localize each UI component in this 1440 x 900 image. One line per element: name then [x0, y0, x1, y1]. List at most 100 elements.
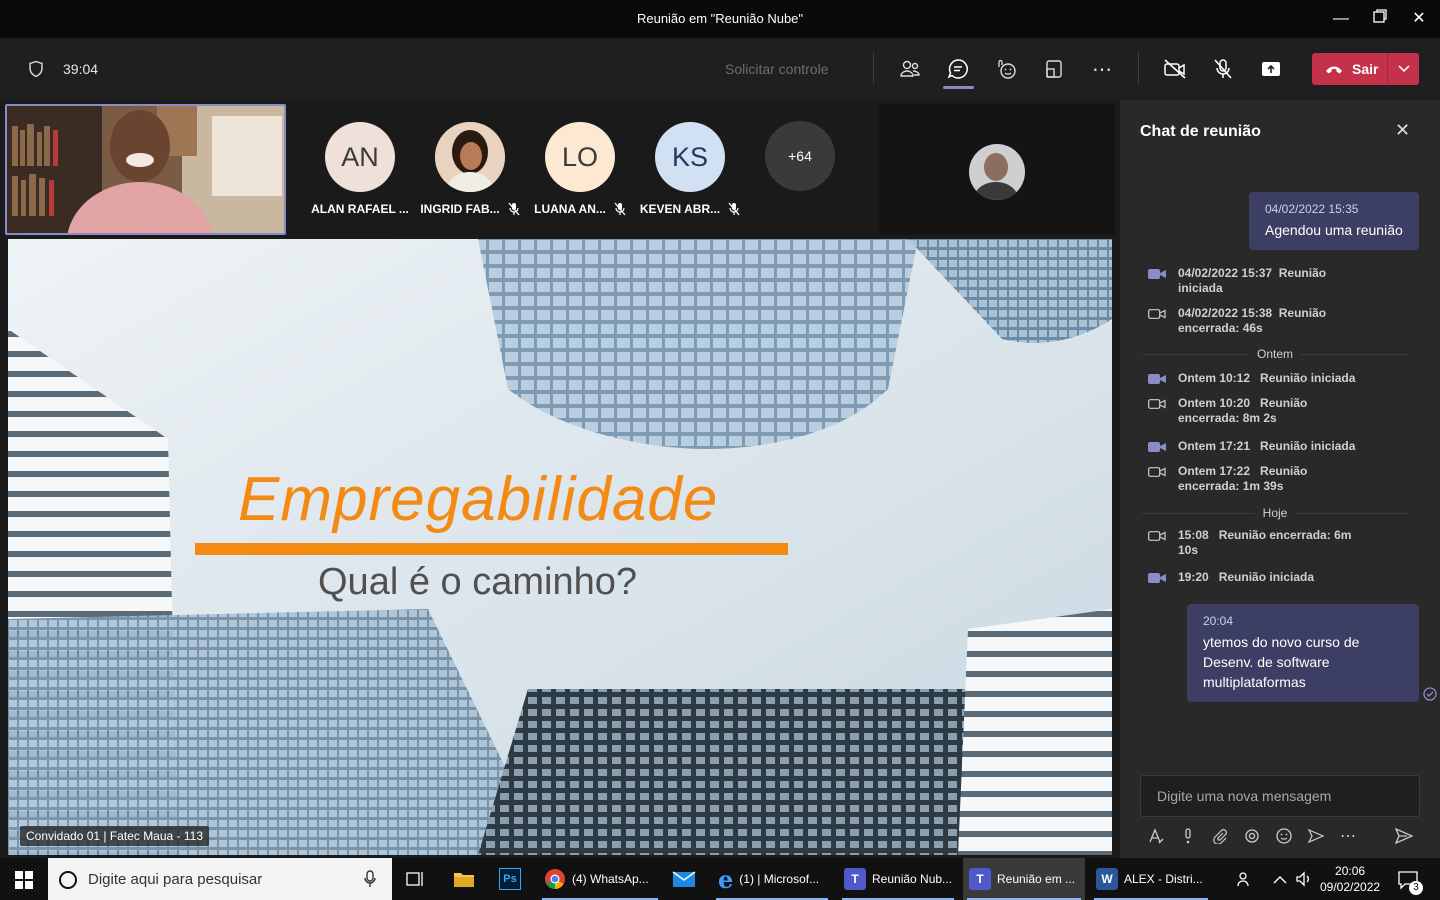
volume-icon[interactable] — [1295, 870, 1313, 893]
chat-message[interactable]: 04/02/2022 15:35 Agendou uma reunião — [1249, 192, 1419, 250]
video-call-ended-icon — [1148, 307, 1166, 336]
windows-icon — [15, 871, 33, 889]
start-button[interactable] — [15, 871, 33, 894]
mic-muted-icon — [728, 202, 740, 216]
microphone-icon[interactable] — [364, 870, 376, 888]
file-explorer-button[interactable] — [453, 869, 475, 894]
camera-off-button[interactable] — [1161, 55, 1189, 83]
leave-options-button[interactable] — [1387, 53, 1419, 85]
video-call-started-icon — [1148, 372, 1166, 390]
word-icon: W — [1096, 868, 1118, 890]
mic-muted-icon — [614, 202, 626, 216]
attach-icon[interactable] — [1209, 825, 1231, 847]
event-line: Ontem 17:22 Reunião — [1178, 464, 1308, 478]
taskbar-clock[interactable]: 20:06 09/02/2022 — [1320, 863, 1380, 895]
date-divider: Hoje — [1142, 506, 1408, 520]
event-line: 19:20 Reunião iniciada — [1178, 570, 1315, 584]
shield-icon — [22, 55, 50, 83]
more-compose-options-icon[interactable]: ⋯ — [1337, 825, 1359, 847]
send-icon[interactable] — [1393, 825, 1415, 847]
event-line: Ontem 17:21 Reunião iniciada — [1178, 439, 1356, 453]
action-center-button[interactable]: 3 — [1397, 869, 1423, 896]
mic-off-button[interactable] — [1209, 55, 1237, 83]
message-text: Agendou uma reunião — [1265, 222, 1403, 238]
sticker-icon[interactable] — [1305, 825, 1327, 847]
clock-time: 20:06 — [1335, 864, 1366, 878]
avatar: AN — [325, 122, 395, 192]
clock-date: 09/02/2022 — [1320, 880, 1381, 894]
app-label: ALEX - Distri... — [1124, 872, 1203, 886]
minimize-button[interactable]: — — [1329, 8, 1353, 30]
presenter-name-tag: Convidado 01 | Fatec Maua - 113 — [20, 826, 209, 846]
spotlight-tile[interactable] — [879, 104, 1115, 235]
event-line: 04/02/2022 15:37 Reunião — [1178, 266, 1327, 280]
avatar: KS — [655, 122, 725, 192]
meeting-event: Ontem 17:21 Reunião iniciada — [1148, 439, 1418, 458]
speaker-video[interactable] — [5, 104, 286, 235]
participant-tile[interactable]: KS KEVEN ABR... — [635, 122, 745, 216]
leave-button[interactable]: Sair — [1312, 53, 1419, 85]
participant-name: KEVEN ABR... — [639, 202, 721, 216]
participant-name: ALAN RAFAEL ... — [311, 202, 409, 216]
avatar: LO — [545, 122, 615, 192]
app-label: (1) | Microsof... — [739, 872, 820, 886]
close-window-button[interactable]: ✕ — [1407, 8, 1431, 30]
participant-tile[interactable]: LO LUANA AN... — [525, 122, 635, 216]
notification-badge: 3 — [1409, 881, 1423, 895]
toolbar-divider — [873, 52, 874, 84]
participant-tile[interactable]: INGRID FAB... — [415, 122, 525, 216]
chat-message[interactable]: 20:04 ytemos do novo curso de Desenv. de… — [1187, 604, 1419, 702]
more-participants-button[interactable]: +64 — [765, 121, 835, 191]
close-chat-button[interactable]: ✕ — [1395, 120, 1410, 141]
chat-panel: Chat de reunião ✕ 04/02/2022 15:35 Agend… — [1120, 100, 1440, 858]
important-icon[interactable] — [1177, 825, 1199, 847]
show-hidden-icons-button[interactable] — [1273, 872, 1287, 890]
taskbar-app[interactable]: (4) WhatsAp... — [538, 858, 662, 900]
meeting-timer: 39:04 — [63, 61, 99, 77]
maximize-button[interactable] — [1368, 8, 1392, 30]
event-line: Ontem 10:12 Reunião iniciada — [1178, 371, 1356, 385]
share-screen-button[interactable] — [1257, 55, 1285, 83]
meeting-event: Ontem 10:20 Reunião encerrada: 8m 2s — [1148, 396, 1418, 426]
meeting-event: Ontem 17:22 Reunião encerrada: 1m 39s — [1148, 464, 1418, 494]
event-line: Ontem 10:20 Reunião — [1178, 396, 1308, 410]
participant-name: LUANA AN... — [534, 202, 606, 216]
request-control-button[interactable]: Solicitar controle — [725, 61, 829, 77]
message-input[interactable]: Digite uma nova mensagem — [1140, 775, 1420, 817]
toolbar-divider — [1138, 52, 1139, 84]
format-icon[interactable] — [1145, 825, 1167, 847]
event-line: iniciada — [1178, 281, 1223, 295]
chevron-down-icon — [1397, 65, 1410, 73]
participants-button[interactable] — [896, 55, 924, 83]
chat-button[interactable] — [944, 55, 972, 83]
people-icon[interactable] — [1236, 870, 1254, 893]
participant-tile[interactable]: AN ALAN RAFAEL ... — [305, 122, 415, 216]
cortana-icon — [59, 871, 77, 889]
video-call-started-icon — [1148, 440, 1166, 458]
task-view-button[interactable] — [405, 869, 425, 894]
loop-icon[interactable] — [1241, 825, 1263, 847]
taskbar-app[interactable]: T Reunião Nub... — [838, 858, 958, 900]
video-call-started-icon — [1148, 571, 1166, 589]
rooms-button[interactable] — [1040, 55, 1068, 83]
mail-button[interactable] — [672, 869, 696, 894]
folder-icon — [454, 873, 474, 887]
photoshop-icon[interactable]: Ps — [499, 868, 521, 890]
slide-subtitle: Qual é o caminho? — [318, 561, 637, 603]
participant-name: INGRID FAB... — [420, 202, 500, 216]
message-text: ytemos do novo curso de Desenv. de softw… — [1203, 634, 1360, 690]
meeting-event: Ontem 10:12 Reunião iniciada — [1148, 371, 1418, 390]
taskbar-app[interactable]: W ALEX - Distri... — [1090, 858, 1212, 900]
taskbar-app[interactable]: e (1) | Microsof... — [712, 858, 832, 900]
window-title: Reunião em "Reunião Nube" — [636, 11, 804, 26]
chrome-icon — [545, 869, 565, 889]
emoji-icon[interactable] — [1273, 825, 1295, 847]
task-view-icon — [406, 872, 423, 886]
more-options-button[interactable]: ⋯ — [1088, 55, 1116, 83]
app-label: Reunião em ... — [997, 872, 1076, 886]
reactions-button[interactable] — [992, 55, 1020, 83]
teams-icon: T — [969, 868, 991, 890]
taskbar-app[interactable]: T Reunião em ... — [963, 858, 1085, 900]
taskbar-search[interactable]: Digite aqui para pesquisar — [48, 858, 392, 900]
event-line: 04/02/2022 15:38 Reunião — [1178, 306, 1327, 320]
